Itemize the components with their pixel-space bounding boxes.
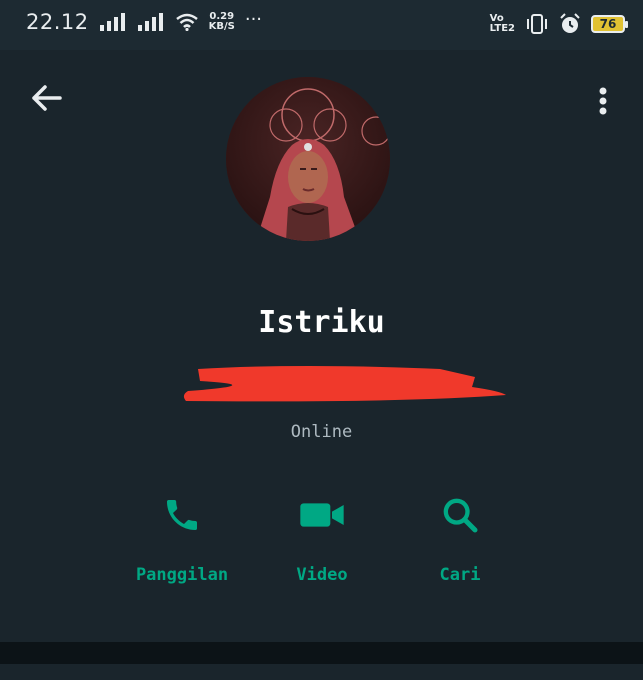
next-section-top <box>0 664 643 680</box>
battery-icon: 76 <box>591 15 628 33</box>
call-button-label: Panggilan <box>135 565 229 585</box>
alarm-icon <box>560 13 580 33</box>
vibrate-icon <box>527 14 547 34</box>
video-camera-icon <box>300 503 344 527</box>
signal-icon-2 <box>137 13 163 31</box>
section-divider <box>0 642 643 680</box>
redacted-phone-number <box>183 366 506 402</box>
network-speed: 0.29 KB/S <box>209 12 235 32</box>
volte-icon: Vo LTE2 <box>490 14 515 34</box>
status-bar-right: Vo LTE2 76 <box>490 13 628 35</box>
clock: 22.12 <box>26 10 89 34</box>
search-button[interactable]: Cari <box>400 495 520 585</box>
signal-icon <box>99 13 125 31</box>
wifi-icon <box>175 13 198 31</box>
profile-photo[interactable] <box>226 77 390 241</box>
contact-info-screen: Istriku Online Panggilan Video Cari <box>0 50 643 642</box>
status-bar: 22.12 0.29 KB/S ··· Vo LTE2 76 <box>0 0 643 50</box>
video-call-button[interactable]: Video <box>262 495 382 585</box>
more-notifications-icon: ··· <box>244 8 263 30</box>
search-icon <box>443 498 478 533</box>
more-options-button[interactable] <box>590 84 616 118</box>
video-call-button-label: Video <box>296 565 348 585</box>
arrow-left-icon <box>32 85 62 111</box>
back-button[interactable] <box>30 84 70 118</box>
call-button[interactable]: Panggilan <box>122 495 242 585</box>
profile-photo-image <box>226 77 390 241</box>
volte-line-2: LTE2 <box>489 23 515 34</box>
more-vert-icon <box>599 87 607 115</box>
online-status: Online <box>290 422 353 442</box>
status-bar-left: 22.12 0.29 KB/S ··· <box>26 8 263 35</box>
contact-name: Istriku <box>258 305 385 340</box>
battery-level: 76 <box>599 17 617 31</box>
search-button-label: Cari <box>439 565 481 585</box>
network-speed-unit: KB/S <box>208 21 235 32</box>
phone-icon <box>167 500 197 530</box>
